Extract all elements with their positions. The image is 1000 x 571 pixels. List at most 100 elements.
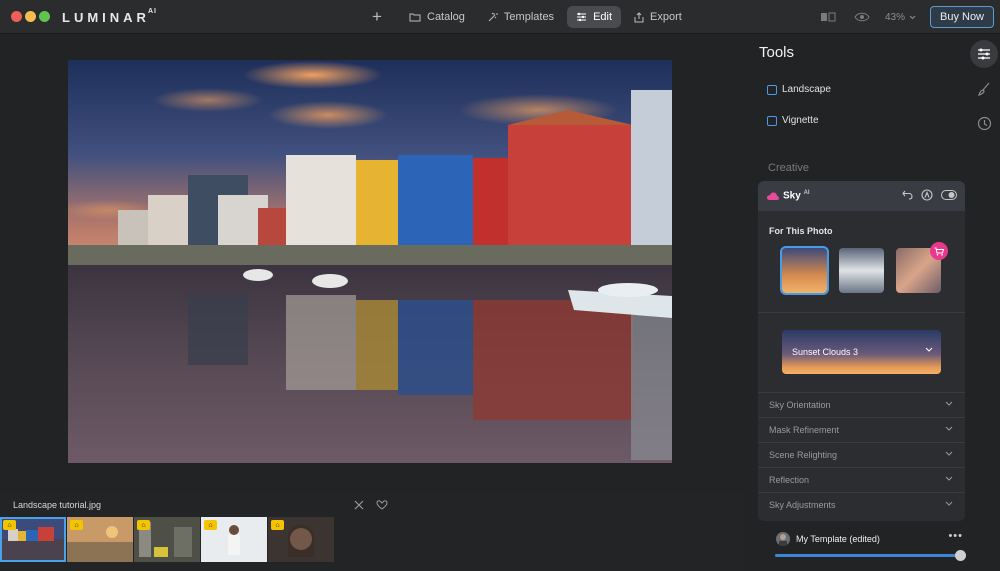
eye-icon: [854, 12, 870, 22]
template-more-button[interactable]: •••: [948, 530, 963, 542]
title-bar: LUMINARAI + Catalog Templates Edit Expor…: [0, 0, 1000, 34]
buy-now-button[interactable]: Buy Now: [930, 6, 994, 28]
zoom-window-button[interactable]: [39, 11, 50, 22]
template-avatar: [776, 532, 790, 546]
chevron-down-icon: [945, 401, 953, 406]
tools-tab-button[interactable]: [970, 40, 998, 68]
local-masking-button[interactable]: [970, 75, 998, 103]
sky-tool-title: Sky AI: [783, 190, 810, 202]
accordion-label: Reflection: [769, 475, 810, 485]
template-badge-icon: ⌂: [204, 520, 217, 530]
tool-landscape-label: Landscape: [782, 84, 831, 95]
heart-icon: [376, 500, 388, 510]
compare-button[interactable]: [817, 6, 839, 28]
compare-icon: [820, 12, 836, 22]
accordion-mask-refinement[interactable]: Mask Refinement: [758, 417, 965, 442]
filmstrip-thumb[interactable]: ⌂: [268, 517, 334, 562]
close-icon: [354, 500, 364, 510]
chevron-down-icon: [945, 476, 953, 481]
chevron-down-icon: [909, 15, 916, 19]
add-photos-button[interactable]: +: [368, 7, 386, 26]
template-badge-icon: ⌂: [137, 520, 150, 530]
photo-canvas: [0, 35, 744, 486]
section-creative: Creative: [768, 162, 809, 174]
sky-tool-header[interactable]: Sky AI: [758, 181, 965, 211]
panel-title: Tools: [759, 44, 795, 61]
shopping-cart-icon[interactable]: [930, 242, 948, 260]
chevron-down-icon: [945, 426, 953, 431]
accordion-reflection[interactable]: Reflection: [758, 467, 965, 492]
accordion-label: Mask Refinement: [769, 425, 840, 435]
undo-icon: [902, 190, 913, 200]
share-icon: [634, 11, 644, 22]
undo-button[interactable]: [902, 190, 913, 200]
filmstrip-title: Landscape tutorial.jpg: [13, 500, 102, 510]
template-badge-icon: ⌂: [271, 520, 284, 530]
accordion-label: Sky Orientation: [769, 400, 831, 410]
toolbar-right: 43% Buy Now: [817, 5, 1000, 29]
tab-edit[interactable]: Edit: [567, 6, 622, 28]
ai-icon: [921, 189, 933, 201]
sky-suggestion[interactable]: [780, 246, 829, 295]
template-name: My Template (edited): [796, 534, 880, 544]
tools-panel: Tools Landscape Vignette Creative Sky AI: [744, 35, 1000, 571]
sky-selection-dropdown[interactable]: Sunset Clouds 3: [782, 330, 941, 374]
ai-button[interactable]: [921, 189, 933, 201]
chevron-down-icon: [945, 451, 953, 456]
accordion-label: Sky Adjustments: [769, 500, 836, 510]
filmstrip-thumb[interactable]: ⌂: [0, 517, 66, 562]
tab-templates-label: Templates: [503, 11, 555, 23]
divider: [758, 312, 965, 313]
top-navigation: + Catalog Templates Edit Export: [368, 5, 695, 29]
toggle-icon: [941, 190, 957, 200]
app-logo: LUMINARAI: [62, 7, 157, 25]
sliders-icon: [978, 48, 990, 60]
filmstrip-thumb[interactable]: ⌂: [201, 517, 267, 562]
accordion-sky-orientation[interactable]: Sky Orientation: [758, 392, 965, 417]
template-amount-fill: [775, 554, 961, 557]
template-amount-slider[interactable]: [775, 550, 966, 561]
chevron-down-icon: [925, 347, 933, 352]
chevron-down-icon: [945, 501, 953, 506]
tool-vignette[interactable]: Vignette: [767, 115, 819, 126]
close-window-button[interactable]: [11, 11, 22, 22]
tab-catalog[interactable]: Catalog: [400, 6, 474, 28]
sky-tool-card: Sky AI For This Photo Sunset Clouds 3 Sk…: [758, 181, 965, 521]
sliders-icon: [577, 12, 587, 22]
tab-export[interactable]: Export: [625, 6, 691, 28]
sky-suggestion[interactable]: [839, 248, 884, 293]
minimize-window-button[interactable]: [25, 11, 36, 22]
image-icon: [767, 84, 777, 95]
tab-edit-label: Edit: [593, 11, 613, 23]
tab-templates[interactable]: Templates: [478, 6, 563, 28]
clock-icon: [977, 116, 991, 130]
folder-icon: [409, 13, 421, 22]
sky-selection-label: Sunset Clouds 3: [792, 347, 859, 357]
for-this-photo-label: For This Photo: [769, 226, 833, 236]
history-button[interactable]: [970, 109, 998, 137]
filmstrip-thumbnails: ⌂ ⌂ ⌂ ⌂ ⌂: [0, 517, 335, 562]
visibility-toggle[interactable]: [941, 190, 957, 200]
photo-image: [68, 60, 672, 463]
zoom-dropdown[interactable]: 43%: [885, 12, 916, 23]
template-amount-handle[interactable]: [955, 550, 966, 561]
zoom-value: 43%: [884, 11, 905, 23]
accordion-scene-relighting[interactable]: Scene Relighting: [758, 442, 965, 467]
reject-button[interactable]: [353, 498, 365, 510]
main-photo[interactable]: [68, 60, 672, 463]
template-badge-icon: ⌂: [70, 520, 83, 530]
plus-icon: +: [372, 7, 382, 26]
tool-landscape[interactable]: Landscape: [767, 84, 831, 95]
filmstrip: Landscape tutorial.jpg ⌂ ⌂ ⌂ ⌂ ⌂: [0, 492, 744, 571]
accordion-sky-adjustments[interactable]: Sky Adjustments: [758, 492, 965, 517]
accordion-label: Scene Relighting: [769, 450, 838, 460]
preview-button[interactable]: [851, 6, 873, 28]
filmstrip-thumb[interactable]: ⌂: [134, 517, 200, 562]
tab-export-label: Export: [650, 11, 682, 23]
magic-wand-icon: [488, 12, 498, 21]
cloud-icon: [767, 192, 779, 200]
tab-catalog-label: Catalog: [427, 11, 465, 23]
filmstrip-thumb[interactable]: ⌂: [67, 517, 133, 562]
brush-icon: [978, 82, 990, 96]
favorite-button[interactable]: [376, 498, 388, 510]
